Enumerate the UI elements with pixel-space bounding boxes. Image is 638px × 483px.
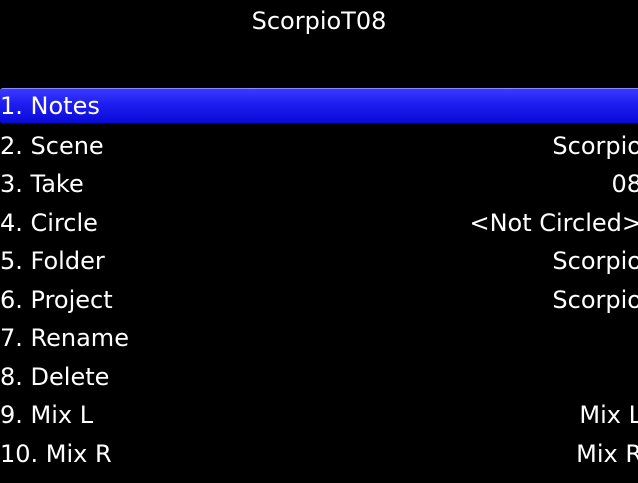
menu-item-mix-l[interactable]: 9. Mix L Mix L xyxy=(0,396,638,435)
menu-item-notes[interactable]: 1. Notes xyxy=(0,88,638,124)
menu-item-value: Mix L xyxy=(579,401,638,429)
menu-item-delete[interactable]: 8. Delete xyxy=(0,358,638,397)
menu-item-label: 7. Rename xyxy=(0,324,129,352)
menu-item-value: Mix R xyxy=(576,439,638,468)
menu-item-value: 08 xyxy=(611,170,638,198)
menu-item-value: Scorpio xyxy=(552,131,638,160)
menu-item-label: 2. Scene xyxy=(0,131,104,160)
menu-item-take[interactable]: 3. Take 08 xyxy=(0,165,638,204)
menu-item-value: Scorpio xyxy=(552,285,638,314)
menu-item-label: 10. Mix R xyxy=(0,439,112,468)
menu-item-label: 9. Mix L xyxy=(0,401,94,429)
menu-item-scene[interactable]: 2. Scene Scorpio xyxy=(0,127,638,166)
menu-item-label: 6. Project xyxy=(0,285,113,314)
menu-item-project[interactable]: 6. Project Scorpio xyxy=(0,281,638,320)
menu-item-value: Scorpio xyxy=(552,247,638,275)
menu-item-label: 8. Delete xyxy=(0,362,110,391)
file-options-menu: 1. Notes 2. Scene Scorpio 3. Take 08 4. … xyxy=(0,88,638,473)
menu-item-folder[interactable]: 5. Folder Scorpio xyxy=(0,242,638,281)
menu-item-label: 1. Notes xyxy=(0,92,100,120)
page-title: ScorpioT08 xyxy=(251,7,387,35)
menu-item-value: <Not Circled> xyxy=(469,208,638,237)
menu-item-label: 5. Folder xyxy=(0,247,105,275)
menu-item-mix-r[interactable]: 10. Mix R Mix R xyxy=(0,435,638,474)
menu-item-circle[interactable]: 4. Circle <Not Circled> xyxy=(0,204,638,243)
menu-item-rename[interactable]: 7. Rename xyxy=(0,319,638,358)
recorder-screen: ScorpioT08 1. Notes 2. Scene Scorpio 3. … xyxy=(0,0,638,483)
menu-item-label: 4. Circle xyxy=(0,208,98,237)
menu-item-label: 3. Take xyxy=(0,170,84,198)
